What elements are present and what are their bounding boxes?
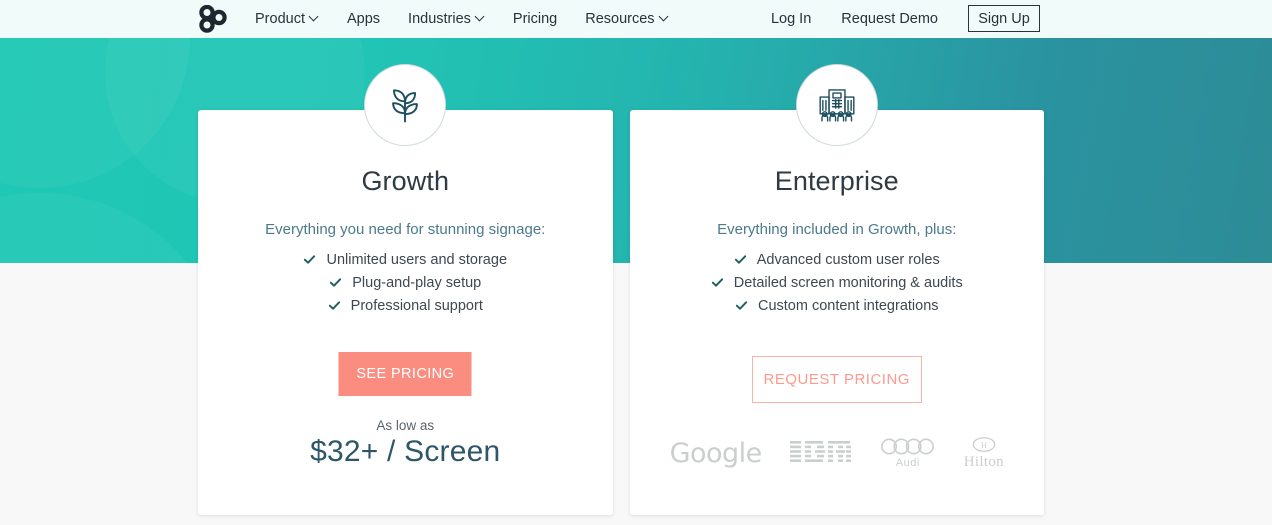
feature-label: Detailed screen monitoring & audits [733, 275, 963, 291]
nav-item-pricing[interactable]: Pricing [513, 11, 557, 27]
audi-logo-icon [880, 438, 934, 454]
banner-decoration-circle [0, 193, 230, 263]
feature-label: Professional support [350, 298, 483, 314]
audi-logo: Audi [880, 432, 936, 474]
ibm-logo [789, 432, 852, 474]
plan-subtitle-enterprise: Everything included in Growth, plus: [717, 221, 957, 238]
top-navigation-bar: Product Apps Industries Pricing Resource… [0, 0, 1272, 38]
feature-item: Detailed screen monitoring & audits [711, 275, 963, 291]
ibm-logo-icon [789, 441, 851, 462]
google-logo: Google [669, 432, 763, 474]
nav-item-industries-label: Industries [408, 11, 471, 27]
nav-item-resources-label: Resources [585, 11, 655, 27]
plant-sprout-icon [364, 64, 447, 146]
brand-logo-icon [199, 4, 227, 33]
feature-label: Unlimited users and storage [326, 252, 508, 268]
check-icon [735, 299, 748, 312]
audi-logo-text: Audi [895, 456, 920, 469]
check-icon [734, 253, 747, 266]
feature-list-growth: Unlimited users and storage Plug-and-pla… [198, 252, 613, 314]
nav-item-pricing-label: Pricing [512, 11, 558, 27]
hilton-crest-icon: H [972, 436, 996, 452]
nav-item-industries[interactable]: Industries [408, 11, 485, 27]
feature-item: Plug-and-play setup [329, 275, 481, 291]
nav-item-apps[interactable]: Apps [347, 11, 380, 27]
chevron-down-icon [310, 13, 319, 22]
feature-label: Advanced custom user roles [756, 252, 940, 268]
feature-item: Unlimited users and storage [303, 252, 507, 268]
hilton-logo-text: Hilton [963, 453, 1004, 470]
feature-item: Custom content integrations [735, 298, 939, 314]
as-low-as-label: As low as [376, 418, 435, 433]
plan-card-enterprise: Enterprise Everything included in Growth… [629, 64, 1045, 515]
request-pricing-button[interactable]: REQUEST PRICING [751, 356, 922, 403]
signup-button[interactable]: Sign Up [968, 5, 1040, 32]
pricing-plan-cards: Growth Everything you need for stunning … [198, 64, 1045, 515]
customer-logo-row: Google Audi H Hilton [630, 432, 1045, 474]
google-logo-text: Google [669, 437, 763, 469]
request-demo-link[interactable]: Request Demo [841, 11, 938, 27]
hilton-logo: H Hilton [964, 432, 1004, 474]
nav-item-apps-label: Apps [346, 11, 381, 27]
pricing-page: Product Apps Industries Pricing Resource… [0, 0, 1272, 525]
plan-subtitle-growth: Everything you need for stunning signage… [265, 221, 546, 238]
login-link[interactable]: Log In [771, 11, 811, 27]
feature-item: Advanced custom user roles [734, 252, 940, 268]
nav-item-product-label: Product [255, 11, 305, 27]
chevron-down-icon [476, 13, 485, 22]
feature-label: Custom content integrations [757, 298, 939, 314]
plan-title-growth: Growth [361, 166, 450, 196]
plan-card-growth: Growth Everything you need for stunning … [198, 64, 613, 515]
nav-item-resources[interactable]: Resources [585, 11, 668, 27]
feature-label: Plug-and-play setup [352, 275, 482, 291]
nav-item-product[interactable]: Product [255, 11, 319, 27]
brand-logo[interactable] [197, 4, 229, 33]
svg-text:H: H [981, 440, 987, 449]
check-icon [329, 276, 342, 289]
feature-list-enterprise: Advanced custom user roles Detailed scre… [630, 252, 1045, 314]
check-icon [303, 253, 316, 266]
feature-item: Professional support [328, 298, 483, 314]
check-icon [328, 299, 341, 312]
plan-price-growth: $32+ / Screen [310, 435, 501, 468]
primary-nav-menu: Product Apps Industries Pricing Resource… [255, 0, 669, 38]
plan-title-enterprise: Enterprise [774, 166, 899, 196]
office-building-icon [795, 64, 878, 146]
check-icon [711, 276, 724, 289]
see-pricing-button[interactable]: SEE PRICING [338, 352, 472, 396]
chevron-down-icon [660, 13, 669, 22]
